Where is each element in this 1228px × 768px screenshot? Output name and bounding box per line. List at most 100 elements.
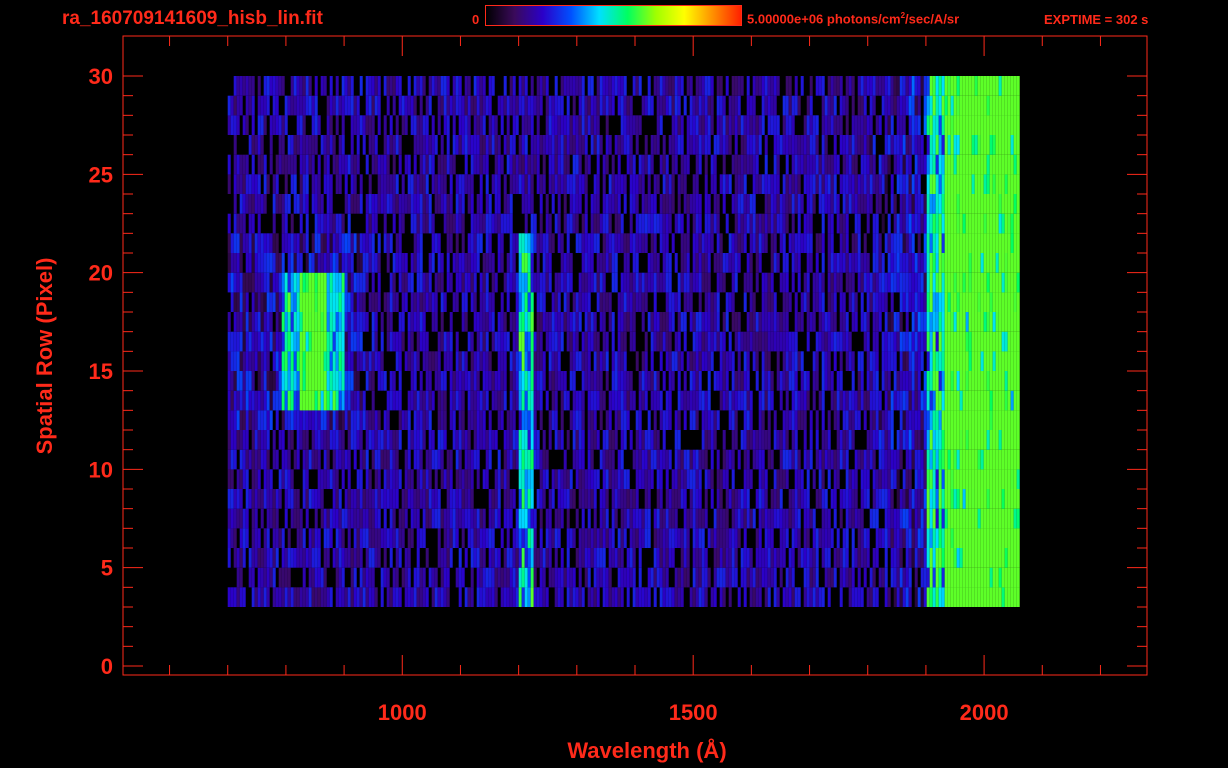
heatmap-cell bbox=[377, 233, 381, 253]
heatmap-cell bbox=[776, 430, 780, 450]
heatmap-cell bbox=[809, 174, 813, 194]
heatmap-cell bbox=[944, 489, 948, 509]
heatmap-cell bbox=[248, 351, 252, 371]
heatmap-cell bbox=[491, 292, 495, 312]
heatmap-cell bbox=[698, 469, 702, 489]
heatmap-cell bbox=[779, 194, 783, 214]
heatmap-cell bbox=[266, 410, 270, 430]
heatmap-cell bbox=[839, 174, 843, 194]
heatmap-cell bbox=[365, 213, 369, 234]
heatmap-cell bbox=[239, 390, 243, 411]
heatmap-cell bbox=[764, 489, 768, 509]
heatmap-cell bbox=[236, 469, 240, 489]
heatmap-cell bbox=[803, 410, 807, 430]
heatmap-cell bbox=[557, 174, 561, 194]
heatmap-cell bbox=[929, 587, 933, 607]
heatmap-cell bbox=[857, 449, 861, 470]
heatmap-cell bbox=[326, 253, 330, 273]
heatmap-cell bbox=[647, 371, 651, 391]
heatmap-cell bbox=[824, 194, 828, 214]
heatmap-cell bbox=[656, 371, 660, 391]
heatmap-cell bbox=[944, 194, 948, 214]
heatmap-cell bbox=[584, 548, 588, 568]
heatmap-cell bbox=[926, 430, 930, 450]
heatmap-cell bbox=[701, 233, 705, 253]
heatmap-cell bbox=[458, 489, 462, 509]
heatmap-cell bbox=[317, 410, 321, 430]
heatmap-cell bbox=[389, 587, 393, 607]
heatmap-cell bbox=[239, 174, 243, 194]
heatmap-cell bbox=[908, 292, 912, 312]
heatmap-cell bbox=[770, 272, 774, 293]
heatmap-cell bbox=[644, 390, 648, 411]
heatmap-cell bbox=[275, 351, 279, 371]
heatmap-cell bbox=[779, 331, 783, 352]
heatmap-cell bbox=[632, 567, 636, 588]
heatmap-cell bbox=[743, 587, 747, 607]
heatmap-cell bbox=[668, 312, 672, 332]
heatmap-cell bbox=[503, 371, 507, 391]
heatmap-cell bbox=[545, 548, 549, 568]
heatmap-cell bbox=[284, 587, 288, 607]
heatmap-cell bbox=[1007, 390, 1011, 411]
heatmap-cell bbox=[791, 390, 795, 411]
heatmap-cell bbox=[827, 528, 831, 548]
heatmap-cell bbox=[599, 213, 603, 234]
heatmap-cell bbox=[548, 410, 552, 430]
heatmap-cell bbox=[665, 253, 669, 273]
heatmap-cell bbox=[341, 449, 345, 470]
heatmap-cell bbox=[728, 292, 732, 312]
heatmap-cell bbox=[851, 587, 855, 607]
heatmap-cell bbox=[1013, 489, 1017, 509]
heatmap-cell bbox=[827, 508, 831, 529]
heatmap-cell bbox=[623, 410, 627, 430]
heatmap-cell bbox=[284, 154, 288, 175]
heatmap-cell bbox=[851, 469, 855, 489]
heatmap-cell bbox=[959, 233, 963, 253]
heatmap-cell bbox=[977, 331, 981, 352]
heatmap-cell bbox=[380, 371, 384, 391]
heatmap-cell bbox=[683, 371, 687, 391]
heatmap-cell bbox=[962, 430, 966, 450]
heatmap-cell bbox=[767, 528, 771, 548]
heatmap-cell bbox=[905, 390, 909, 411]
heatmap-cell bbox=[998, 331, 1002, 352]
heatmap-cell bbox=[233, 272, 237, 293]
heatmap-cell bbox=[584, 528, 588, 548]
heatmap-cell bbox=[770, 174, 774, 194]
heatmap-cell bbox=[668, 272, 672, 293]
heatmap-cell bbox=[620, 587, 624, 607]
heatmap-cell bbox=[602, 548, 606, 568]
heatmap-cell bbox=[617, 528, 621, 548]
heatmap-cell bbox=[332, 331, 336, 352]
heatmap-cell bbox=[716, 371, 720, 391]
heatmap-cell bbox=[977, 154, 981, 175]
heatmap-cell bbox=[521, 154, 525, 175]
heatmap-cell bbox=[431, 174, 435, 194]
heatmap-cell bbox=[506, 469, 510, 489]
heatmap-cell bbox=[530, 528, 534, 548]
heatmap-cell bbox=[842, 154, 846, 175]
heatmap-cell bbox=[491, 587, 495, 607]
heatmap-cell bbox=[587, 312, 591, 332]
heatmap-cell bbox=[464, 154, 468, 175]
heatmap-cell bbox=[689, 312, 693, 332]
heatmap-cell bbox=[656, 548, 660, 568]
heatmap-cell bbox=[902, 213, 906, 234]
heatmap-cell bbox=[875, 331, 879, 352]
heatmap-cell bbox=[932, 312, 936, 332]
heatmap-cell bbox=[545, 194, 549, 214]
heatmap-cell bbox=[386, 430, 390, 450]
heatmap-cell bbox=[383, 567, 387, 588]
heatmap-cell bbox=[911, 390, 915, 411]
heatmap-cell bbox=[467, 410, 471, 430]
heatmap-cell bbox=[743, 430, 747, 450]
heatmap-cell bbox=[926, 272, 930, 293]
heatmap-cell bbox=[992, 351, 996, 371]
heatmap-cell bbox=[692, 213, 696, 234]
heatmap-cell bbox=[872, 567, 876, 588]
heatmap-cell bbox=[353, 371, 357, 391]
heatmap-cell bbox=[275, 312, 279, 332]
heatmap-cell bbox=[413, 390, 417, 411]
heatmap-cell bbox=[881, 351, 885, 371]
